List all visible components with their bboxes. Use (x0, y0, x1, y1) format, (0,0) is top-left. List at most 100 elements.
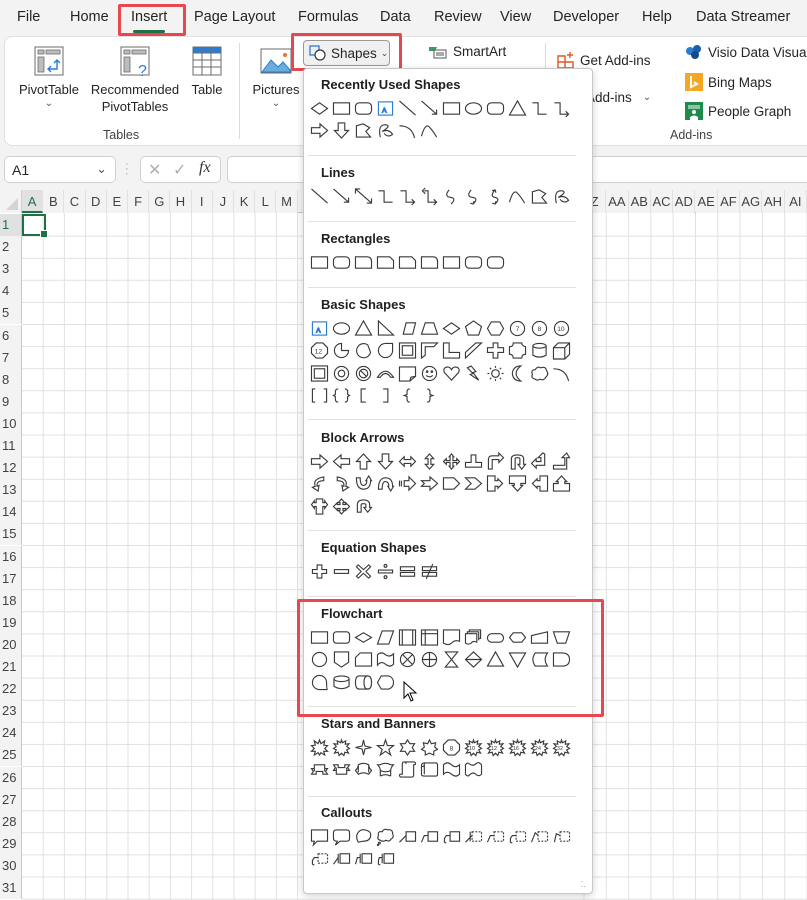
shape-seal-12-icon[interactable]: 12 (484, 737, 506, 757)
row-header-30[interactable]: 30 (0, 854, 22, 877)
shape-wave1-icon[interactable] (440, 760, 462, 780)
shape-arc-icon[interactable] (396, 121, 418, 141)
row-header-15[interactable]: 15 (0, 523, 22, 546)
row-header-26[interactable]: 26 (0, 766, 22, 789)
shape-para-icon[interactable] (396, 318, 418, 338)
shape-rrect-icon[interactable] (330, 252, 352, 272)
shape-plaque-icon[interactable] (506, 341, 528, 361)
shape-uarrow-icon[interactable] (352, 451, 374, 471)
row-header-12[interactable]: 12 (0, 457, 22, 480)
shape-darrow-icon[interactable] (374, 451, 396, 471)
tab-home[interactable]: Home (70, 9, 109, 25)
column-header-ah[interactable]: AH (762, 190, 785, 213)
shape-co-b3-icon[interactable] (374, 849, 396, 869)
shape-callout-quad-icon[interactable] (330, 496, 352, 516)
column-header-a[interactable]: A (22, 190, 44, 213)
smartart-button[interactable]: SmartArt (428, 44, 506, 59)
shape-co-ld3-icon[interactable] (506, 826, 528, 846)
shape-elbowarrow-icon[interactable] (396, 186, 418, 206)
shape-eq-eq-icon[interactable] (396, 561, 418, 581)
tab-data[interactable]: Data (380, 9, 411, 25)
shape-bent-icon[interactable] (484, 451, 506, 471)
column-header-i[interactable]: I (191, 190, 213, 213)
shape-eq-minus-icon[interactable] (330, 561, 352, 581)
shape-co-b2-icon[interactable] (352, 849, 374, 869)
shape-fc-offpage-icon[interactable] (330, 650, 352, 670)
shape-tri-icon[interactable] (506, 98, 528, 118)
shape-tri-icon[interactable] (352, 318, 374, 338)
insert-function-icon[interactable]: fx (199, 159, 211, 177)
shape-heart-icon[interactable] (440, 363, 462, 383)
shape-fc-decision-icon[interactable] (352, 627, 374, 647)
shape-quad-icon[interactable] (440, 451, 462, 471)
shape-larrow-icon[interactable] (330, 451, 352, 471)
shape-seal-32-icon[interactable]: 32 (550, 737, 572, 757)
active-cell-a1[interactable] (22, 214, 48, 238)
shape-rbrace-icon[interactable] (418, 386, 440, 406)
row-header-31[interactable]: 31 (0, 877, 22, 900)
shape-fc-internal-icon[interactable] (418, 627, 440, 647)
shape-wave2-icon[interactable] (462, 760, 484, 780)
row-header-29[interactable]: 29 (0, 832, 22, 855)
column-header-f[interactable]: F (128, 190, 150, 213)
column-header-g[interactable]: G (149, 190, 171, 213)
shape-callout-l-r-icon[interactable] (308, 496, 330, 516)
shape-fc-delay-icon[interactable] (550, 650, 572, 670)
shape-lup-icon[interactable] (550, 451, 572, 471)
shape-elbowdbl-icon[interactable] (418, 186, 440, 206)
shape-eq-ne-icon[interactable] (418, 561, 440, 581)
shape-no-sym-icon[interactable] (352, 363, 374, 383)
column-header-af[interactable]: AF (717, 190, 741, 213)
more-options-icon[interactable]: · · · (125, 159, 129, 180)
shape-eq-div-icon[interactable] (374, 561, 396, 581)
shape-rrect-icon[interactable] (484, 252, 506, 272)
shape-seal-16-icon[interactable]: 16 (506, 737, 528, 757)
tab-review[interactable]: Review (434, 9, 482, 25)
shape-fc-or-icon[interactable] (418, 650, 440, 670)
get-addins-button[interactable]: Get Add-ins (557, 51, 651, 69)
shape-fc-data-icon[interactable] (374, 627, 396, 647)
shape-number-7-icon[interactable]: 7 (506, 318, 528, 338)
shape-curve-icon[interactable] (440, 186, 462, 206)
tab-page-layout[interactable]: Page Layout (194, 9, 275, 25)
name-box[interactable]: A1 ⌄ (4, 156, 116, 183)
shape-ribbon-c-d-icon[interactable] (374, 760, 396, 780)
shape-pent-icon[interactable] (462, 318, 484, 338)
shape-rarrow-icon[interactable] (308, 451, 330, 471)
shape-brkpair-icon[interactable] (308, 386, 330, 406)
column-header-ag[interactable]: AG (740, 190, 763, 213)
shape-co3-icon[interactable] (352, 826, 374, 846)
bing-maps-button[interactable]: Bing Maps (685, 73, 772, 91)
column-header-m[interactable]: M (276, 190, 298, 213)
shape-curv-l-icon[interactable] (330, 474, 352, 494)
shape-rect-icon[interactable] (330, 98, 352, 118)
chevron-down-icon[interactable]: ⌄ (96, 161, 107, 177)
row-header-11[interactable]: 11 (0, 435, 22, 458)
tab-view[interactable]: View (500, 9, 531, 25)
shape-donut-icon[interactable] (330, 363, 352, 383)
shape-homeplate-icon[interactable] (440, 474, 462, 494)
column-header-l[interactable]: L (255, 190, 277, 213)
shape-fc-sum-junc-icon[interactable] (396, 650, 418, 670)
shape-arc-icon[interactable] (550, 363, 572, 383)
shape-co2-icon[interactable] (330, 826, 352, 846)
shapes-button[interactable]: Shapes ⌄ (303, 40, 390, 66)
shape-striped-r-icon[interactable] (396, 474, 418, 494)
row-header-6[interactable]: 6 (0, 324, 22, 347)
shape-fc-tape-icon[interactable] (374, 650, 396, 670)
shape-burst2-icon[interactable] (330, 737, 352, 757)
shape-oval-icon[interactable] (462, 98, 484, 118)
shape-fc-display-icon[interactable] (374, 672, 396, 692)
shape-darrow-icon[interactable] (330, 121, 352, 141)
column-header-ab[interactable]: AB (628, 190, 651, 213)
shape-fc-predef-icon[interactable] (396, 627, 418, 647)
shape-rtri-icon[interactable] (374, 318, 396, 338)
shape-notch-r-icon[interactable] (418, 474, 440, 494)
column-header-ad[interactable]: AD (673, 190, 696, 213)
shape-rect-icon[interactable] (440, 98, 462, 118)
shape-fc-stored-icon[interactable] (528, 650, 550, 670)
row-header-28[interactable]: 28 (0, 810, 22, 833)
shape-diamond-icon[interactable] (308, 98, 330, 118)
shape-lbrace-icon[interactable] (396, 386, 418, 406)
shape-snip-icon[interactable] (396, 252, 418, 272)
